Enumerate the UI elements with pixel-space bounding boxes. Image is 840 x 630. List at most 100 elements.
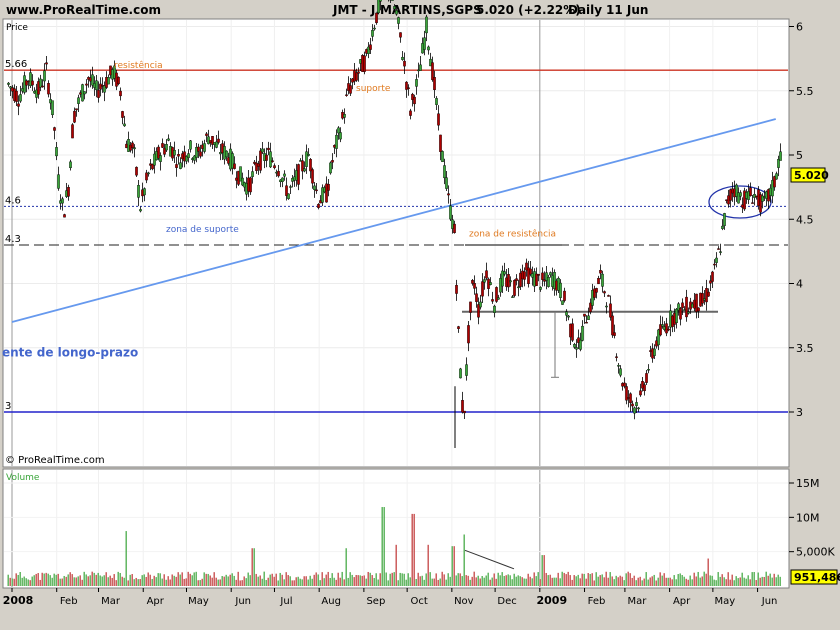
candle-body bbox=[123, 123, 126, 127]
volume-bar bbox=[529, 576, 531, 586]
volume-bar bbox=[301, 579, 303, 586]
volume-bar bbox=[773, 573, 775, 586]
price-change: 5.020 (+2.22%) bbox=[476, 3, 581, 17]
volume-bar bbox=[517, 575, 519, 586]
candle-body bbox=[667, 328, 670, 331]
candle-body bbox=[391, 0, 394, 1]
volume-bar bbox=[287, 575, 289, 586]
price-tick-label: 5.5 bbox=[796, 85, 814, 98]
candle-body bbox=[249, 177, 252, 193]
resistance-label: resistência bbox=[114, 60, 163, 71]
candle-body bbox=[643, 384, 646, 392]
candle-body bbox=[371, 29, 374, 37]
candle-body bbox=[41, 85, 44, 88]
volume-bar bbox=[579, 578, 581, 586]
volume-bar bbox=[755, 580, 757, 586]
candle-body bbox=[547, 277, 550, 287]
candle-body bbox=[73, 110, 76, 123]
volume-bar bbox=[681, 575, 683, 586]
volume-bar bbox=[519, 576, 521, 586]
candle-body bbox=[289, 186, 292, 188]
candle-body bbox=[513, 279, 516, 296]
candle-body bbox=[681, 302, 684, 309]
stock-chart: www.ProRealTime.com JMT - J.MARTINS,SGPS… bbox=[2, 0, 840, 607]
x-tick-label: Feb bbox=[60, 596, 78, 607]
candle-body bbox=[607, 295, 610, 297]
volume-bar bbox=[245, 578, 247, 586]
price-tick-label: 5 bbox=[796, 149, 803, 162]
volume-bar bbox=[251, 548, 253, 586]
candle-body bbox=[393, 6, 396, 10]
volume-tick-label: 15M bbox=[796, 477, 820, 490]
volume-bar bbox=[27, 579, 29, 586]
candle-body bbox=[61, 198, 64, 204]
volume-bar bbox=[537, 572, 539, 586]
volume-bar bbox=[555, 577, 557, 586]
long-term-label: ente de longo-prazo bbox=[2, 346, 138, 360]
volume-bar bbox=[621, 576, 623, 586]
price-axis: 33.544.555.566.57 bbox=[789, 21, 814, 419]
volume-bar bbox=[85, 574, 87, 586]
candle-body bbox=[603, 291, 606, 294]
candle-body bbox=[597, 278, 600, 285]
volume-bar bbox=[253, 548, 255, 586]
volume-bar bbox=[65, 576, 67, 586]
site-url[interactable]: www.ProRealTime.com bbox=[6, 3, 161, 17]
price-panel[interactable] bbox=[2, 18, 790, 468]
volume-bar bbox=[663, 573, 665, 586]
volume-bar bbox=[459, 573, 461, 586]
volume-bar bbox=[721, 574, 723, 586]
volume-bar bbox=[589, 573, 591, 586]
volume-bar bbox=[667, 577, 669, 586]
volume-bar bbox=[487, 572, 489, 586]
volume-bar bbox=[203, 572, 205, 586]
volume-bar bbox=[417, 572, 419, 586]
candle-body bbox=[267, 147, 270, 151]
volume-bar bbox=[775, 577, 777, 586]
volume-bar bbox=[103, 575, 105, 586]
volume-bar bbox=[425, 573, 427, 586]
volume-bar bbox=[611, 576, 613, 586]
volume-bar bbox=[263, 571, 265, 586]
volume-bar bbox=[437, 579, 439, 586]
candle-body bbox=[713, 263, 716, 266]
volume-bar bbox=[533, 572, 535, 586]
volume-bar bbox=[419, 576, 421, 586]
resistance-zone-label: zona de resistência bbox=[469, 229, 556, 240]
volume-bar bbox=[707, 558, 709, 586]
volume-bar bbox=[577, 574, 579, 586]
volume-bar bbox=[305, 576, 307, 586]
volume-bar bbox=[279, 572, 281, 586]
volume-bar bbox=[463, 534, 465, 586]
volume-bar bbox=[391, 572, 393, 586]
volume-bar bbox=[691, 579, 693, 586]
volume-bar bbox=[505, 575, 507, 586]
candle-body bbox=[409, 110, 412, 116]
volume-bar bbox=[247, 572, 249, 586]
volume-bar bbox=[483, 577, 485, 586]
volume-bar bbox=[331, 573, 333, 586]
volume-bar bbox=[291, 580, 293, 586]
volume-bar bbox=[225, 574, 227, 586]
volume-bar bbox=[123, 577, 125, 586]
candle-body bbox=[307, 154, 310, 156]
candle-body bbox=[339, 132, 342, 140]
volume-bar bbox=[51, 577, 53, 586]
candle-body bbox=[427, 46, 430, 51]
volume-bar bbox=[277, 580, 279, 586]
candle-body bbox=[559, 282, 562, 298]
candle-body bbox=[147, 172, 150, 175]
volume-bar bbox=[575, 576, 577, 586]
candle-body bbox=[335, 134, 338, 149]
candle-body bbox=[309, 159, 312, 172]
volume-bar bbox=[649, 577, 651, 586]
candle-body bbox=[173, 150, 176, 156]
volume-bar bbox=[669, 577, 671, 586]
volume-bar bbox=[693, 572, 695, 586]
candle-body bbox=[601, 273, 604, 287]
candle-body bbox=[187, 153, 190, 158]
candle-body bbox=[379, 0, 382, 2]
candle-body bbox=[143, 188, 146, 196]
volume-bar bbox=[361, 575, 363, 586]
volume-bar bbox=[583, 573, 585, 586]
